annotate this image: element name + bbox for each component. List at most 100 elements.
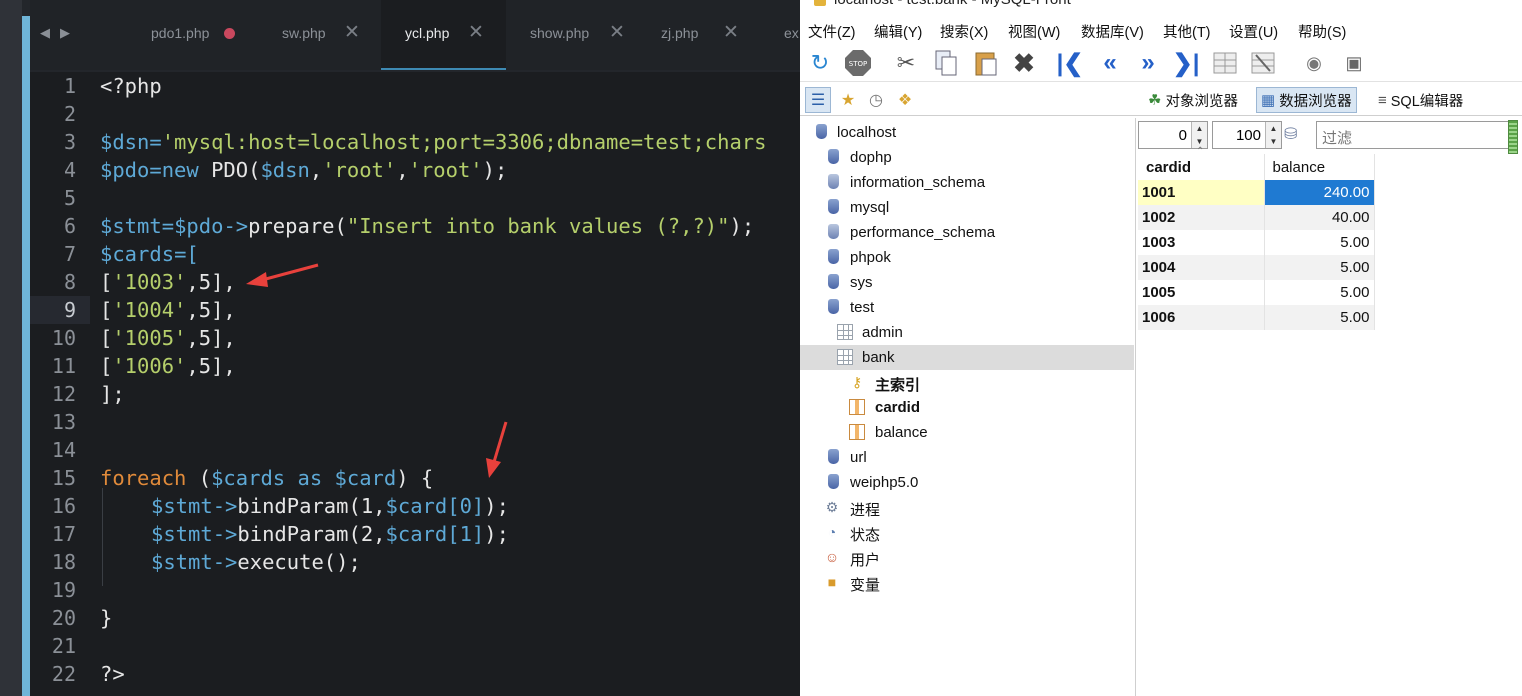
- tree-item-label: localhost: [837, 124, 897, 141]
- annotation-arrow-icon: [486, 421, 508, 478]
- tree-item-dophp[interactable]: dophp: [800, 145, 1134, 170]
- tree-item-url[interactable]: url: [800, 445, 1134, 470]
- cell-cardid[interactable]: 1003: [1138, 230, 1265, 255]
- spin-arrows-icon[interactable]: ▲ ▼: [1191, 122, 1207, 148]
- tree-item-admin[interactable]: admin: [800, 320, 1134, 345]
- prev-page-icon[interactable]: «: [1094, 47, 1126, 79]
- table-row[interactable]: 1004 5.00: [1138, 255, 1375, 280]
- favorites-icon[interactable]: ★: [835, 87, 861, 113]
- delete-icon[interactable]: ✖: [1008, 47, 1040, 79]
- last-record-icon[interactable]: ❯|: [1170, 47, 1202, 79]
- status-icon: ◔: [827, 524, 837, 540]
- tree-item-cardid[interactable]: cardid: [800, 395, 1134, 420]
- menu-view[interactable]: 视图(W): [1008, 21, 1060, 42]
- paste-icon[interactable]: [970, 47, 1002, 79]
- menu-edit[interactable]: 编辑(Y): [874, 21, 922, 42]
- cell-cardid[interactable]: 1001: [1138, 180, 1265, 205]
- table-row[interactable]: 1001 240.00: [1138, 180, 1375, 205]
- table-icon: [837, 324, 853, 340]
- scrollbar-thumb[interactable]: [1508, 120, 1518, 154]
- tree-item-processes[interactable]: ⚙ 进程: [800, 495, 1134, 520]
- cancel-icon[interactable]: ▣: [1338, 47, 1370, 79]
- column-header-cardid[interactable]: cardid: [1138, 154, 1265, 180]
- tab-data-browser[interactable]: ▦ 数据浏览器: [1256, 87, 1357, 113]
- tab-sql-editor[interactable]: ≡ SQL编辑器: [1374, 87, 1467, 113]
- tree-item-mysql[interactable]: mysql: [800, 195, 1134, 220]
- tree-item-information-schema[interactable]: information_schema: [800, 170, 1134, 195]
- tree-item-sys[interactable]: sys: [800, 270, 1134, 295]
- menu-file[interactable]: 文件(Z): [808, 21, 856, 42]
- code-editor: ◀ ▶ pdo1.php sw.php ✕ ycl.php ✕ show.php…: [0, 0, 800, 696]
- stop-icon[interactable]: STOP: [842, 47, 874, 79]
- history-icon[interactable]: ◷: [863, 87, 889, 113]
- menu-other[interactable]: 其他(T): [1163, 21, 1211, 42]
- annotation-arrow-icon: [246, 263, 319, 287]
- cell-balance[interactable]: 5.00: [1264, 230, 1375, 255]
- cell-balance[interactable]: 40.00: [1264, 205, 1375, 230]
- tree-item-label: 状态: [850, 527, 881, 544]
- database-icon: [828, 199, 839, 214]
- copy-icon[interactable]: [930, 47, 962, 79]
- post-icon[interactable]: ◉: [1298, 47, 1330, 79]
- app-icon: [814, 0, 826, 6]
- tree-item-localhost[interactable]: localhost: [800, 120, 1134, 145]
- tree-item-performance-schema[interactable]: performance_schema: [800, 220, 1134, 245]
- column-header-balance[interactable]: balance: [1264, 154, 1375, 180]
- cell-cardid[interactable]: 1006: [1138, 305, 1265, 330]
- next-page-icon[interactable]: »: [1132, 47, 1164, 79]
- tree-item-label: cardid: [875, 399, 921, 416]
- tree-item-users[interactable]: ☺ 用户: [800, 545, 1134, 570]
- tree-item-label: 进程: [850, 502, 881, 519]
- tree-item-test[interactable]: test: [800, 295, 1134, 320]
- cut-icon[interactable]: ✂: [890, 47, 922, 79]
- files-icon[interactable]: ❖: [892, 87, 918, 113]
- filter-input[interactable]: 过滤: [1316, 121, 1512, 149]
- tree-item-label: admin: [862, 324, 903, 341]
- cell-balance[interactable]: 5.00: [1264, 280, 1375, 305]
- first-record-icon[interactable]: |❮: [1054, 47, 1086, 79]
- cell-balance[interactable]: 240.00: [1264, 180, 1375, 205]
- refresh-icon[interactable]: ↻: [804, 47, 836, 79]
- data-grid: cardid balance 1001 240.00 1002 40.00 10…: [1138, 154, 1375, 330]
- tree-view-icon[interactable]: ☰: [805, 87, 831, 113]
- limit-spinner[interactable]: 100 ▲ ▼: [1212, 121, 1282, 149]
- tree-item-label: sys: [850, 274, 873, 291]
- server-icon: [816, 124, 827, 139]
- database-icon: [828, 299, 839, 314]
- table-row[interactable]: 1005 5.00: [1138, 280, 1375, 305]
- offset-spinner[interactable]: 0 ▲ ▼: [1138, 121, 1208, 149]
- tree-item-label: 变量: [850, 577, 881, 594]
- insert-record-icon[interactable]: [1210, 47, 1242, 79]
- database-icon: [828, 274, 839, 289]
- window-title: localhost - test.bank - MySQL-Front: [834, 0, 1071, 8]
- tree-item-balance[interactable]: balance: [800, 420, 1134, 445]
- tab-object-browser[interactable]: ☘ 对象浏览器: [1144, 87, 1242, 113]
- tree-item-weiphp[interactable]: weiphp5.0: [800, 470, 1134, 495]
- cell-cardid[interactable]: 1004: [1138, 255, 1265, 280]
- menu-help[interactable]: 帮助(S): [1298, 21, 1346, 42]
- menu-settings[interactable]: 设置(U): [1229, 21, 1278, 42]
- tree-item-phpok[interactable]: phpok: [800, 245, 1134, 270]
- table-row[interactable]: 1006 5.00: [1138, 305, 1375, 330]
- filter-icon[interactable]: ⛁: [1284, 124, 1304, 144]
- cell-cardid[interactable]: 1005: [1138, 280, 1265, 305]
- menu-database[interactable]: 数据库(V): [1081, 21, 1144, 42]
- spin-arrows-icon[interactable]: ▲ ▼: [1265, 122, 1281, 148]
- cell-balance[interactable]: 5.00: [1264, 305, 1375, 330]
- tree-item-status[interactable]: ◔ 状态: [800, 520, 1134, 545]
- tree-item-label: information_schema: [850, 174, 986, 191]
- table-row[interactable]: 1002 40.00: [1138, 205, 1375, 230]
- database-icon: [828, 249, 839, 264]
- database-icon: [828, 474, 839, 489]
- cell-balance[interactable]: 5.00: [1264, 255, 1375, 280]
- tree-item-variables[interactable]: ■ 变量: [800, 570, 1134, 595]
- menu-search[interactable]: 搜索(X): [940, 21, 988, 42]
- table-row[interactable]: 1003 5.00: [1138, 230, 1375, 255]
- tree-item-bank[interactable]: bank: [800, 345, 1134, 370]
- cell-cardid[interactable]: 1002: [1138, 205, 1265, 230]
- svg-text:STOP: STOP: [849, 60, 867, 68]
- delete-record-icon[interactable]: [1248, 47, 1280, 79]
- tree-item-label: performance_schema: [850, 224, 996, 241]
- tree-item-primary-index[interactable]: ⚷ 主索引: [800, 370, 1134, 395]
- data-browser: 0 ▲▼ 100 ▲▼ ⛁ 过滤 ⌃ cardid balance 1001: [1138, 118, 1522, 696]
